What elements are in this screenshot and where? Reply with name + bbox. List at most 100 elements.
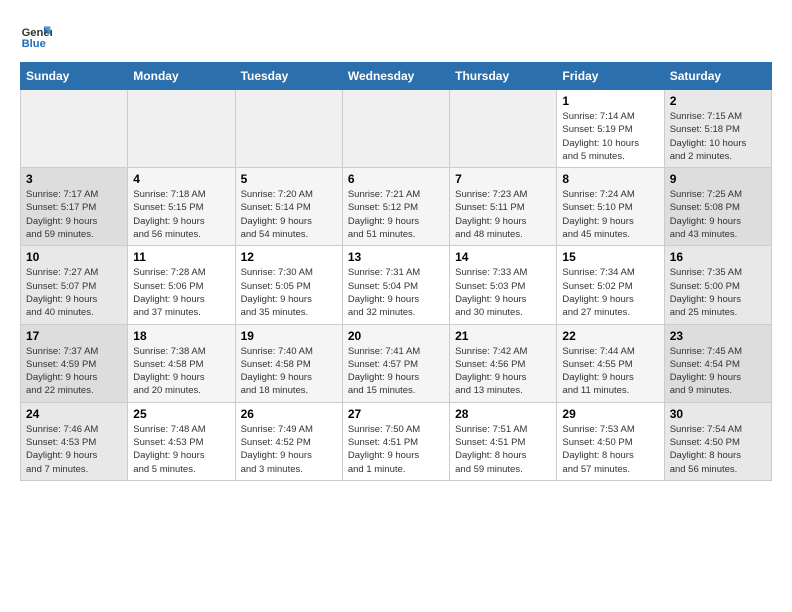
day-number: 9 bbox=[670, 172, 766, 186]
day-info: Sunrise: 7:17 AM Sunset: 5:17 PM Dayligh… bbox=[26, 188, 122, 241]
day-info: Sunrise: 7:48 AM Sunset: 4:53 PM Dayligh… bbox=[133, 423, 229, 476]
calendar-cell: 15 Sunrise: 7:34 AM Sunset: 5:02 PM Dayli… bbox=[557, 246, 664, 324]
calendar-cell: 17 Sunrise: 7:37 AM Sunset: 4:59 PM Dayli… bbox=[21, 324, 128, 402]
calendar-cell: 4 Sunrise: 7:18 AM Sunset: 5:15 PM Daylig… bbox=[128, 168, 235, 246]
calendar-cell: 19 Sunrise: 7:40 AM Sunset: 4:58 PM Dayli… bbox=[235, 324, 342, 402]
day-info: Sunrise: 7:44 AM Sunset: 4:55 PM Dayligh… bbox=[562, 345, 658, 398]
day-info: Sunrise: 7:34 AM Sunset: 5:02 PM Dayligh… bbox=[562, 266, 658, 319]
calendar-cell: 7 Sunrise: 7:23 AM Sunset: 5:11 PM Daylig… bbox=[450, 168, 557, 246]
day-info: Sunrise: 7:14 AM Sunset: 5:19 PM Dayligh… bbox=[562, 110, 658, 163]
day-info: Sunrise: 7:21 AM Sunset: 5:12 PM Dayligh… bbox=[348, 188, 444, 241]
day-info: Sunrise: 7:18 AM Sunset: 5:15 PM Dayligh… bbox=[133, 188, 229, 241]
day-number: 17 bbox=[26, 329, 122, 343]
weekday-header-tuesday: Tuesday bbox=[235, 63, 342, 90]
day-info: Sunrise: 7:23 AM Sunset: 5:11 PM Dayligh… bbox=[455, 188, 551, 241]
day-number: 24 bbox=[26, 407, 122, 421]
calendar-cell: 2Sunrise: 7:15 AM Sunset: 5:18 PM Daylig… bbox=[664, 90, 771, 168]
calendar: SundayMondayTuesdayWednesdayThursdayFrid… bbox=[20, 62, 772, 481]
calendar-week-1: 1 Sunrise: 7:14 AM Sunset: 5:19 PM Daylig… bbox=[21, 90, 772, 168]
calendar-cell: 26 Sunrise: 7:49 AM Sunset: 4:52 PM Dayli… bbox=[235, 402, 342, 480]
day-info: Sunrise: 7:40 AM Sunset: 4:58 PM Dayligh… bbox=[241, 345, 337, 398]
day-info: Sunrise: 7:25 AM Sunset: 5:08 PM Dayligh… bbox=[670, 188, 766, 241]
day-number: 28 bbox=[455, 407, 551, 421]
calendar-cell bbox=[128, 90, 235, 168]
day-info: Sunrise: 7:27 AM Sunset: 5:07 PM Dayligh… bbox=[26, 266, 122, 319]
logo: General Blue bbox=[20, 20, 56, 52]
day-number: 12 bbox=[241, 250, 337, 264]
day-info: Sunrise: 7:28 AM Sunset: 5:06 PM Dayligh… bbox=[133, 266, 229, 319]
calendar-cell: 5Sunrise: 7:20 AM Sunset: 5:14 PM Daylig… bbox=[235, 168, 342, 246]
calendar-cell: 29 Sunrise: 7:53 AM Sunset: 4:50 PM Dayli… bbox=[557, 402, 664, 480]
day-number: 16 bbox=[670, 250, 766, 264]
weekday-header-wednesday: Wednesday bbox=[342, 63, 449, 90]
day-info: Sunrise: 7:49 AM Sunset: 4:52 PM Dayligh… bbox=[241, 423, 337, 476]
calendar-week-2: 3 Sunrise: 7:17 AM Sunset: 5:17 PM Daylig… bbox=[21, 168, 772, 246]
weekday-header-friday: Friday bbox=[557, 63, 664, 90]
day-info: Sunrise: 7:54 AM Sunset: 4:50 PM Dayligh… bbox=[670, 423, 766, 476]
day-number: 21 bbox=[455, 329, 551, 343]
day-number: 23 bbox=[670, 329, 766, 343]
calendar-cell: 16 Sunrise: 7:35 AM Sunset: 5:00 PM Dayli… bbox=[664, 246, 771, 324]
weekday-header-thursday: Thursday bbox=[450, 63, 557, 90]
day-number: 8 bbox=[562, 172, 658, 186]
calendar-cell: 6 Sunrise: 7:21 AM Sunset: 5:12 PM Daylig… bbox=[342, 168, 449, 246]
calendar-cell: 10 Sunrise: 7:27 AM Sunset: 5:07 PM Dayli… bbox=[21, 246, 128, 324]
header: General Blue bbox=[20, 20, 772, 52]
calendar-cell: 23Sunrise: 7:45 AM Sunset: 4:54 PM Dayli… bbox=[664, 324, 771, 402]
day-number: 11 bbox=[133, 250, 229, 264]
day-info: Sunrise: 7:50 AM Sunset: 4:51 PM Dayligh… bbox=[348, 423, 444, 476]
day-number: 19 bbox=[241, 329, 337, 343]
calendar-cell: 12Sunrise: 7:30 AM Sunset: 5:05 PM Dayli… bbox=[235, 246, 342, 324]
day-number: 20 bbox=[348, 329, 444, 343]
calendar-cell: 9 Sunrise: 7:25 AM Sunset: 5:08 PM Daylig… bbox=[664, 168, 771, 246]
calendar-cell bbox=[450, 90, 557, 168]
day-number: 5 bbox=[241, 172, 337, 186]
day-info: Sunrise: 7:38 AM Sunset: 4:58 PM Dayligh… bbox=[133, 345, 229, 398]
weekday-header-saturday: Saturday bbox=[664, 63, 771, 90]
calendar-cell: 25 Sunrise: 7:48 AM Sunset: 4:53 PM Dayli… bbox=[128, 402, 235, 480]
day-number: 22 bbox=[562, 329, 658, 343]
day-number: 7 bbox=[455, 172, 551, 186]
day-number: 13 bbox=[348, 250, 444, 264]
day-info: Sunrise: 7:51 AM Sunset: 4:51 PM Dayligh… bbox=[455, 423, 551, 476]
day-info: Sunrise: 7:53 AM Sunset: 4:50 PM Dayligh… bbox=[562, 423, 658, 476]
day-number: 25 bbox=[133, 407, 229, 421]
day-info: Sunrise: 7:37 AM Sunset: 4:59 PM Dayligh… bbox=[26, 345, 122, 398]
calendar-cell: 27Sunrise: 7:50 AM Sunset: 4:51 PM Dayli… bbox=[342, 402, 449, 480]
day-number: 1 bbox=[562, 94, 658, 108]
day-number: 3 bbox=[26, 172, 122, 186]
calendar-cell: 20 Sunrise: 7:41 AM Sunset: 4:57 PM Dayli… bbox=[342, 324, 449, 402]
calendar-cell: 13 Sunrise: 7:31 AM Sunset: 5:04 PM Dayli… bbox=[342, 246, 449, 324]
day-info: Sunrise: 7:24 AM Sunset: 5:10 PM Dayligh… bbox=[562, 188, 658, 241]
calendar-cell: 22 Sunrise: 7:44 AM Sunset: 4:55 PM Dayli… bbox=[557, 324, 664, 402]
calendar-week-4: 17 Sunrise: 7:37 AM Sunset: 4:59 PM Dayli… bbox=[21, 324, 772, 402]
calendar-cell: 30 Sunrise: 7:54 AM Sunset: 4:50 PM Dayli… bbox=[664, 402, 771, 480]
day-number: 4 bbox=[133, 172, 229, 186]
day-number: 10 bbox=[26, 250, 122, 264]
day-number: 6 bbox=[348, 172, 444, 186]
day-info: Sunrise: 7:41 AM Sunset: 4:57 PM Dayligh… bbox=[348, 345, 444, 398]
calendar-week-5: 24 Sunrise: 7:46 AM Sunset: 4:53 PM Dayli… bbox=[21, 402, 772, 480]
calendar-cell: 11 Sunrise: 7:28 AM Sunset: 5:06 PM Dayli… bbox=[128, 246, 235, 324]
calendar-cell: 21 Sunrise: 7:42 AM Sunset: 4:56 PM Dayli… bbox=[450, 324, 557, 402]
day-info: Sunrise: 7:42 AM Sunset: 4:56 PM Dayligh… bbox=[455, 345, 551, 398]
day-info: Sunrise: 7:35 AM Sunset: 5:00 PM Dayligh… bbox=[670, 266, 766, 319]
day-number: 26 bbox=[241, 407, 337, 421]
calendar-cell bbox=[342, 90, 449, 168]
day-number: 29 bbox=[562, 407, 658, 421]
calendar-cell: 1 Sunrise: 7:14 AM Sunset: 5:19 PM Daylig… bbox=[557, 90, 664, 168]
calendar-cell: 18Sunrise: 7:38 AM Sunset: 4:58 PM Dayli… bbox=[128, 324, 235, 402]
weekday-header-row: SundayMondayTuesdayWednesdayThursdayFrid… bbox=[21, 63, 772, 90]
calendar-cell: 24 Sunrise: 7:46 AM Sunset: 4:53 PM Dayli… bbox=[21, 402, 128, 480]
svg-text:Blue: Blue bbox=[22, 38, 46, 50]
calendar-cell bbox=[235, 90, 342, 168]
calendar-cell: 28 Sunrise: 7:51 AM Sunset: 4:51 PM Dayli… bbox=[450, 402, 557, 480]
day-number: 15 bbox=[562, 250, 658, 264]
day-info: Sunrise: 7:46 AM Sunset: 4:53 PM Dayligh… bbox=[26, 423, 122, 476]
day-info: Sunrise: 7:31 AM Sunset: 5:04 PM Dayligh… bbox=[348, 266, 444, 319]
logo-icon: General Blue bbox=[20, 20, 52, 52]
calendar-cell: 14Sunrise: 7:33 AM Sunset: 5:03 PM Dayli… bbox=[450, 246, 557, 324]
calendar-cell: 3 Sunrise: 7:17 AM Sunset: 5:17 PM Daylig… bbox=[21, 168, 128, 246]
day-number: 30 bbox=[670, 407, 766, 421]
weekday-header-sunday: Sunday bbox=[21, 63, 128, 90]
